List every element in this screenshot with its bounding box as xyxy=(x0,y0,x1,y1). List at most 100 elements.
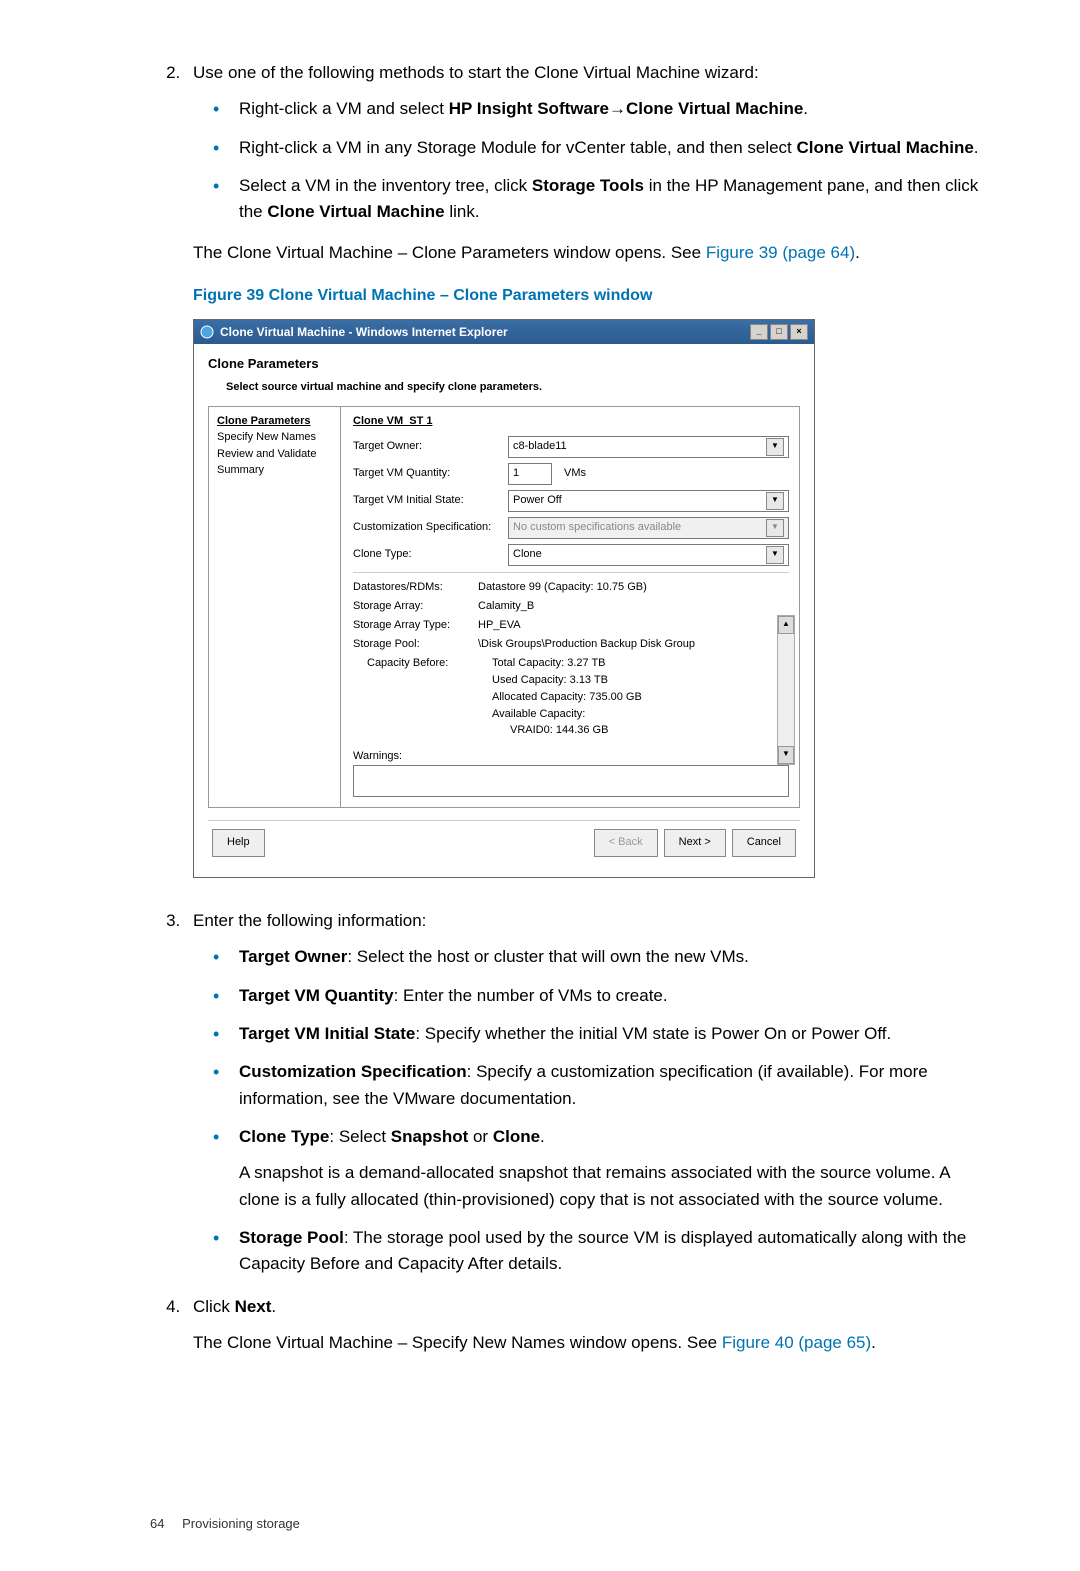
step3-bullet5: Clone Type: Select Snapshot or Clone. A … xyxy=(193,1124,990,1213)
cap-vraid0: VRAID0: 144.36 GB xyxy=(510,723,789,738)
text: : Select xyxy=(329,1127,390,1146)
initial-state-select[interactable]: Power Off ▼ xyxy=(508,490,789,512)
maximize-button[interactable]: □ xyxy=(770,324,788,340)
cap-available: Available Capacity: xyxy=(492,706,789,723)
value: No custom specifications available xyxy=(513,519,681,536)
ui-name: Storage Tools xyxy=(532,176,644,195)
label-datastores: Datastores/RDMs: xyxy=(353,579,478,596)
window-title: Clone Virtual Machine - Windows Internet… xyxy=(220,323,508,342)
scroll-up-icon[interactable]: ▲ xyxy=(778,616,794,634)
menu-item: Clone Virtual Machine xyxy=(797,138,974,157)
ie-icon: Clone Virtual Machine - Windows Internet… xyxy=(200,323,508,342)
text: The Clone Virtual Machine – Clone Parame… xyxy=(193,243,706,262)
divider xyxy=(353,572,789,573)
step2-bullet2: Right-click a VM in any Storage Module f… xyxy=(193,135,990,161)
text: Right-click a VM in any Storage Module f… xyxy=(239,138,797,157)
label-initial-state: Target VM Initial State: xyxy=(353,492,508,509)
text: . xyxy=(974,138,979,157)
step2-bullet3: Select a VM in the inventory tree, click… xyxy=(193,173,990,226)
step2-intro: Use one of the following methods to star… xyxy=(193,63,759,82)
sidebar-step[interactable]: Specify New Names xyxy=(217,429,332,446)
chevron-down-icon[interactable]: ▼ xyxy=(766,438,784,456)
step3-bullet3: Target VM Initial State: Specify whether… xyxy=(193,1021,990,1047)
next-button[interactable]: Next > xyxy=(664,829,726,857)
chevron-down-icon[interactable]: ▼ xyxy=(766,546,784,564)
page-footer: 64 Provisioning storage xyxy=(150,1516,990,1531)
cancel-button[interactable]: Cancel xyxy=(732,829,796,857)
step3-bullet4: Customization Specification: Specify a c… xyxy=(193,1059,990,1112)
label-warnings: Warnings: xyxy=(353,750,402,762)
target-qty-input[interactable]: 1 xyxy=(508,463,552,485)
label-target-owner: Target Owner: xyxy=(353,438,508,455)
vms-suffix: VMs xyxy=(564,465,586,482)
cap-allocated: Allocated Capacity: 735.00 GB xyxy=(492,689,789,706)
help-button[interactable]: Help xyxy=(212,829,265,857)
custom-spec-select: No custom specifications available▼ xyxy=(508,517,789,539)
figure-39-title: Figure 39 Clone Virtual Machine – Clone … xyxy=(193,284,990,309)
warnings-input[interactable] xyxy=(353,765,789,797)
figure-link[interactable]: Figure 39 (page 64) xyxy=(706,243,855,262)
term: Target VM Initial State xyxy=(239,1024,415,1043)
minimize-button[interactable]: _ xyxy=(750,324,768,340)
clone-group-header: Clone VM_ST 1 xyxy=(353,413,789,430)
text: . xyxy=(540,1127,545,1146)
window-titlebar: Clone Virtual Machine - Windows Internet… xyxy=(194,320,814,345)
warnings-row: Warnings: xyxy=(353,748,789,797)
close-button[interactable]: × xyxy=(790,324,808,340)
clone-type-explain: A snapshot is a demand-allocated snapsho… xyxy=(239,1160,990,1213)
step3-bullet6: Storage Pool: The storage pool used by t… xyxy=(193,1225,990,1278)
label-array-type: Storage Array Type: xyxy=(353,617,478,634)
text: or xyxy=(468,1127,493,1146)
val-datastores: Datastore 99 (Capacity: 10.75 GB) xyxy=(478,579,789,596)
text: : Select the host or cluster that will o… xyxy=(347,947,749,966)
text: The Clone Virtual Machine – Specify New … xyxy=(193,1333,722,1352)
next-label: Next xyxy=(235,1297,272,1316)
step3-bullet2: Target VM Quantity: Enter the number of … xyxy=(193,983,990,1009)
sidebar-step[interactable]: Review and Validate xyxy=(217,446,332,463)
cap-total: Total Capacity: 3.27 TB xyxy=(492,655,789,672)
clone-type-select[interactable]: Clone ▼ xyxy=(508,544,789,566)
figure-link[interactable]: Figure 40 (page 65) xyxy=(722,1333,871,1352)
label-capacity-before: Capacity Before: xyxy=(353,655,492,738)
label-storage-pool: Storage Pool: xyxy=(353,636,478,653)
label-storage-array: Storage Array: xyxy=(353,598,478,615)
term: Target VM Quantity xyxy=(239,986,394,1005)
term: Clone Type xyxy=(239,1127,329,1146)
panel-subheading: Select source virtual machine and specif… xyxy=(226,379,800,396)
wizard-buttons: Help < Back Next > Cancel xyxy=(208,820,800,865)
target-owner-select[interactable]: c8-blade11▼ xyxy=(508,436,789,458)
step3-bullet1: Target Owner: Select the host or cluster… xyxy=(193,944,990,970)
sidebar-step[interactable]: Summary xyxy=(217,462,332,479)
term: Customization Specification xyxy=(239,1062,467,1081)
value: Clone xyxy=(513,546,542,563)
footer-section: Provisioning storage xyxy=(182,1516,300,1531)
panel-heading: Clone Parameters xyxy=(208,354,800,374)
sidebar-step-active[interactable]: Clone Parameters xyxy=(217,413,332,430)
text: . xyxy=(871,1333,876,1352)
chevron-down-icon[interactable]: ▼ xyxy=(766,492,784,510)
term: Storage Pool xyxy=(239,1228,344,1247)
option: Clone xyxy=(493,1127,540,1146)
scroll-down-icon[interactable]: ▼ xyxy=(778,746,794,764)
menu-path-1: HP Insight Software xyxy=(449,99,609,118)
text: . xyxy=(271,1297,276,1316)
scrollbar[interactable]: ▲ ▼ xyxy=(777,615,795,765)
term: Target Owner xyxy=(239,947,347,966)
val-array-type: HP_EVA xyxy=(478,617,789,634)
step-3: Enter the following information: Target … xyxy=(185,908,990,1278)
wizard-steps-sidebar: Clone Parameters Specify New Names Revie… xyxy=(209,407,341,807)
val-capacity-before: Total Capacity: 3.27 TB Used Capacity: 3… xyxy=(492,655,789,738)
label-custom-spec: Customization Specification: xyxy=(353,519,508,536)
label-target-qty: Target VM Quantity: xyxy=(353,465,508,482)
cap-used: Used Capacity: 3.13 TB xyxy=(492,672,789,689)
val-storage-array: Calamity_B xyxy=(478,598,789,615)
value: Power Off xyxy=(513,492,562,509)
text: Click xyxy=(193,1297,235,1316)
text: : The storage pool used by the source VM… xyxy=(239,1228,966,1273)
text: Select a VM in the inventory tree, click xyxy=(239,176,532,195)
value: 1 xyxy=(513,465,519,482)
step-2: Use one of the following methods to star… xyxy=(185,60,990,878)
step2-bullet1: Right-click a VM and select HP Insight S… xyxy=(193,96,990,122)
val-storage-pool: \Disk Groups\Production Backup Disk Grou… xyxy=(478,636,789,653)
step4-closing: The Clone Virtual Machine – Specify New … xyxy=(193,1330,990,1356)
